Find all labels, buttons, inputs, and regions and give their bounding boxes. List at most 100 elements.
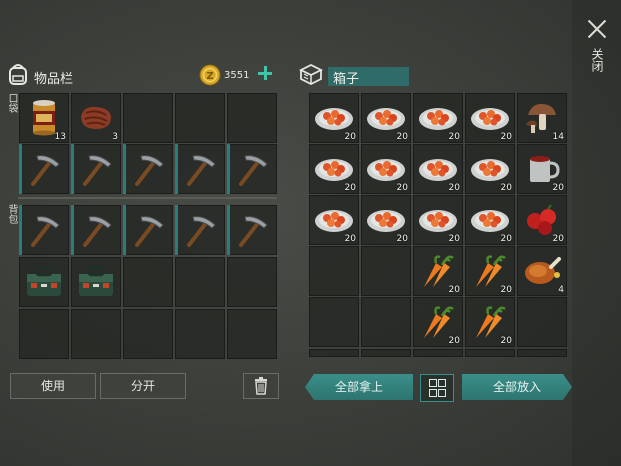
item-count: 20	[500, 132, 512, 142]
chest-slot[interactable]: 20	[465, 297, 515, 347]
item-count: 20	[448, 132, 460, 142]
pocket-slot[interactable]	[123, 93, 173, 143]
item-count: 3	[112, 132, 118, 142]
item-count: 20	[396, 183, 408, 193]
backpack-icon	[9, 64, 27, 85]
add-coins-button[interactable]	[256, 64, 274, 82]
chest-slot[interactable]: 20	[465, 93, 515, 143]
chest-slot[interactable]: 4	[517, 246, 567, 296]
svg-text:Z: Z	[206, 71, 213, 82]
chest-slot[interactable]	[517, 297, 567, 347]
item-count: 20	[396, 132, 408, 142]
item-count: 20	[500, 336, 512, 346]
item-count: 20	[344, 183, 356, 193]
close-icon[interactable]	[586, 18, 608, 40]
backpack-slot[interactable]	[227, 257, 277, 307]
item-count: 20	[448, 285, 460, 295]
chest-slot[interactable]: 14	[517, 93, 567, 143]
backpack-slot[interactable]	[175, 205, 225, 255]
take-all-button[interactable]: 全部拿上	[305, 374, 413, 400]
backpack-slot[interactable]	[175, 309, 225, 359]
backpack-slot[interactable]	[123, 257, 173, 307]
item-count: 20	[500, 285, 512, 295]
trash-icon	[255, 377, 267, 395]
item-count: 4	[558, 285, 564, 295]
chest-slot[interactable]	[517, 349, 567, 357]
pickaxe-icon	[19, 205, 69, 255]
pocket-slot[interactable]: 3	[71, 93, 121, 143]
pocket-slot[interactable]: 13	[19, 93, 69, 143]
toolbox-icon	[71, 257, 121, 307]
item-count: 20	[448, 336, 460, 346]
pickaxe-icon	[227, 205, 277, 255]
pickaxe-icon	[227, 144, 277, 194]
pocket-slot[interactable]	[175, 93, 225, 143]
toolbox-icon	[19, 257, 69, 307]
sort-grid-button[interactable]	[420, 374, 454, 402]
use-button[interactable]: 使用	[10, 373, 96, 399]
put-all-button[interactable]: 全部放入	[462, 374, 572, 400]
chest-slot[interactable]: 20	[413, 93, 463, 143]
backpack-slot[interactable]	[71, 309, 121, 359]
pickaxe-icon	[71, 205, 121, 255]
chest-slot[interactable]: 20	[309, 93, 359, 143]
chest-slot[interactable]: 20	[413, 297, 463, 347]
pickaxe-icon	[123, 144, 173, 194]
item-count: 20	[500, 183, 512, 193]
chest-slot[interactable]	[361, 349, 411, 357]
chest-slot[interactable]	[361, 246, 411, 296]
chest-title-box[interactable]: 箱子	[328, 67, 409, 87]
chest-slot[interactable]: 20	[361, 93, 411, 143]
chest-slot[interactable]: 20	[517, 195, 567, 245]
backpack-slot[interactable]	[227, 309, 277, 359]
equipped-slot[interactable]	[71, 144, 121, 194]
pickaxe-icon	[123, 205, 173, 255]
backpack-slot[interactable]	[123, 309, 173, 359]
pocket-slot[interactable]	[227, 93, 277, 143]
item-count: 20	[396, 234, 408, 244]
equipped-slot[interactable]	[123, 144, 173, 194]
backpack-slot[interactable]	[19, 309, 69, 359]
chest-slot[interactable]: 20	[413, 195, 463, 245]
equipped-slot[interactable]	[227, 144, 277, 194]
backpack-slot[interactable]	[71, 205, 121, 255]
chest-slot[interactable]	[309, 246, 359, 296]
chest-slot[interactable]: 20	[309, 144, 359, 194]
chest-slot[interactable]: 20	[517, 144, 567, 194]
chest-slot[interactable]	[361, 297, 411, 347]
item-count: 20	[448, 183, 460, 193]
backpack-slot[interactable]	[175, 257, 225, 307]
delete-button[interactable]	[243, 373, 279, 399]
chest-slot[interactable]	[465, 349, 515, 357]
backpack-slot[interactable]	[19, 205, 69, 255]
equipped-slot[interactable]	[175, 144, 225, 194]
backpack-slot[interactable]	[71, 257, 121, 307]
chest-icon	[298, 63, 324, 86]
chest-slot[interactable]: 20	[361, 195, 411, 245]
chest-slot[interactable]: 20	[309, 195, 359, 245]
pickaxe-icon	[175, 205, 225, 255]
close-label[interactable]: 关闭	[590, 48, 604, 72]
item-count: 13	[54, 132, 66, 142]
equipped-slot[interactable]	[19, 144, 69, 194]
split-button[interactable]: 分开	[100, 373, 186, 399]
chest-slot[interactable]: 20	[465, 195, 515, 245]
chest-slot[interactable]	[413, 349, 463, 357]
coin-icon: Z	[199, 64, 221, 86]
chest-slot[interactable]: 20	[413, 144, 463, 194]
chest-slot[interactable]: 20	[413, 246, 463, 296]
chest-slot[interactable]	[309, 349, 359, 357]
chest-slot[interactable]: 20	[465, 246, 515, 296]
item-count: 20	[500, 234, 512, 244]
item-count: 20	[552, 183, 564, 193]
item-count: 20	[552, 234, 564, 244]
pocket-label: 口袋	[6, 93, 17, 113]
item-count: 20	[448, 234, 460, 244]
chest-slot[interactable]: 20	[465, 144, 515, 194]
chest-title: 箱子	[333, 72, 360, 87]
chest-slot[interactable]: 20	[361, 144, 411, 194]
backpack-slot[interactable]	[227, 205, 277, 255]
backpack-slot[interactable]	[19, 257, 69, 307]
chest-slot[interactable]	[309, 297, 359, 347]
backpack-slot[interactable]	[123, 205, 173, 255]
